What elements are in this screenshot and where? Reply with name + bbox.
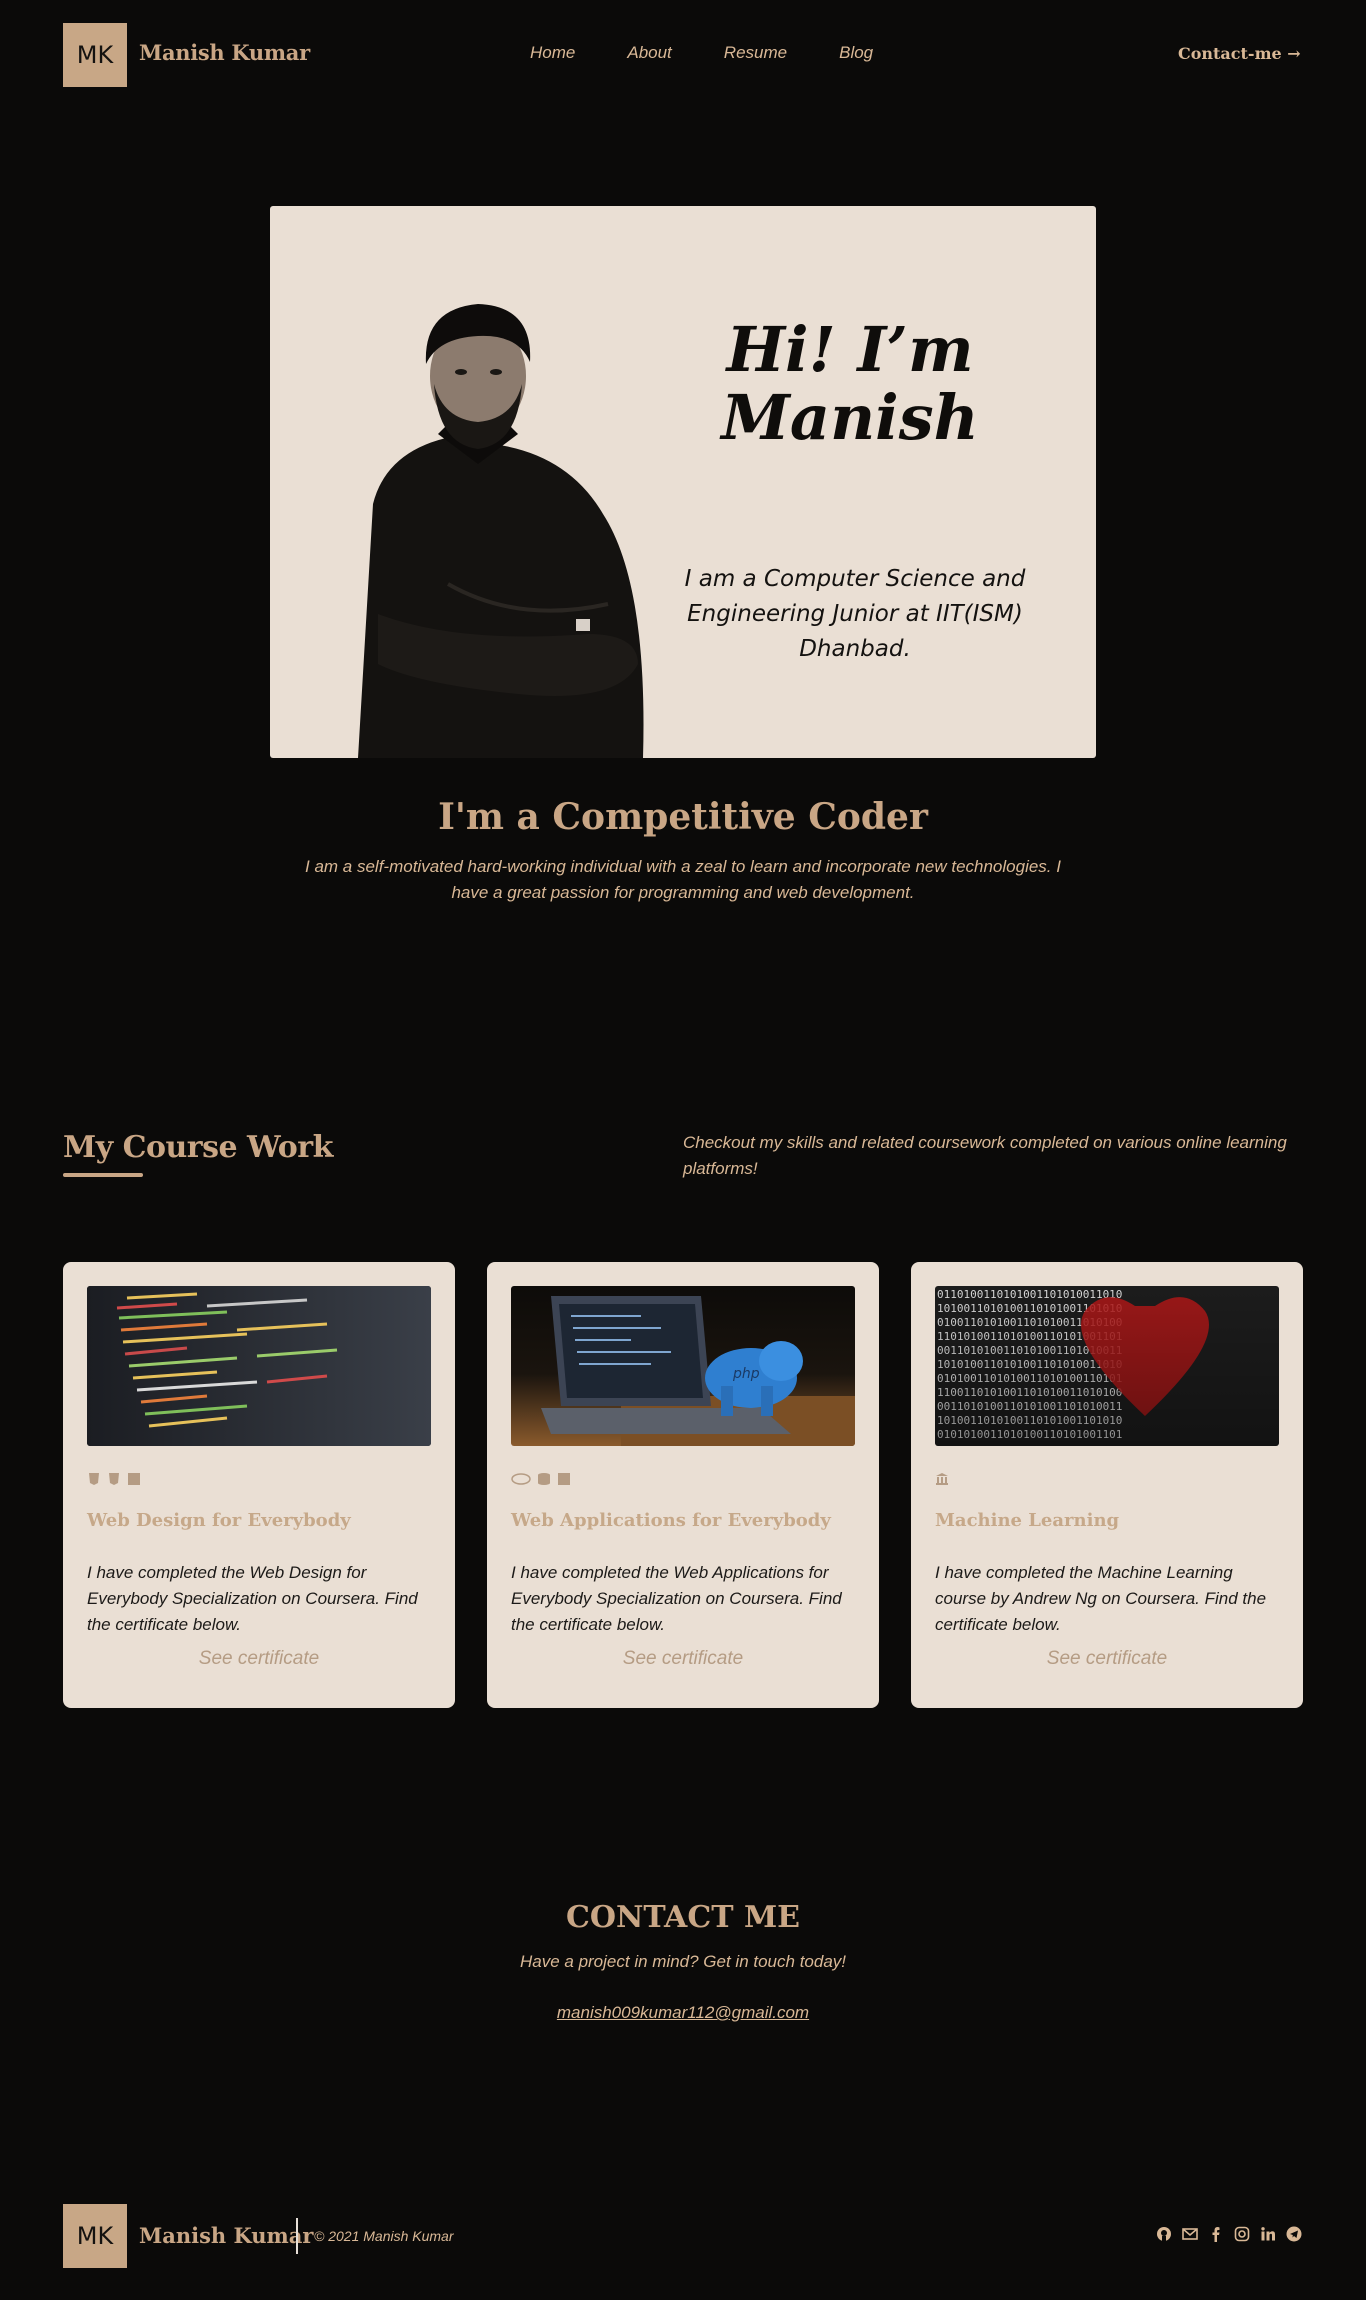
- see-certificate-link[interactable]: See certificate: [911, 1648, 1303, 1670]
- nav-resume[interactable]: Resume: [724, 43, 787, 63]
- database-icon: [537, 1472, 551, 1486]
- html5-icon: [87, 1472, 101, 1486]
- course-title: Web Design for Everybody: [87, 1510, 351, 1531]
- social-links: [1156, 2226, 1302, 2242]
- course-text: I have completed the Web Applications fo…: [511, 1563, 842, 1634]
- contact-subtitle: Have a project in mind? Get in touch tod…: [519, 1952, 846, 1971]
- tech-icons: [935, 1472, 949, 1486]
- title-underline: [63, 1173, 143, 1177]
- nav-about[interactable]: About: [627, 43, 671, 63]
- hero-subtitle: I am a Computer Science and Engineering …: [684, 566, 1026, 662]
- email-link[interactable]: manish009kumar112@gmail.com: [0, 2003, 1366, 2023]
- facebook-icon[interactable]: [1208, 2226, 1224, 2242]
- brand-name[interactable]: Manish Kumar: [139, 40, 310, 65]
- javascript-icon: [557, 1472, 571, 1486]
- see-certificate-link[interactable]: See certificate: [63, 1648, 455, 1670]
- footer-brand-name: Manish Kumar: [139, 2223, 314, 2248]
- top-navbar: MK Manish Kumar Home About Resume Blog C…: [0, 0, 1366, 110]
- instagram-icon[interactable]: [1234, 2226, 1250, 2242]
- course-title: Web Applications for Everybody: [511, 1510, 831, 1531]
- nav-blog[interactable]: Blog: [839, 43, 873, 63]
- course-card-web-apps: php Web Applications for Everybody I hav…: [487, 1262, 879, 1708]
- github-icon[interactable]: [1156, 2226, 1172, 2242]
- contact-title: CONTACT ME: [565, 1900, 801, 1935]
- coursework-description: Checkout my skills and related coursewor…: [683, 1133, 1287, 1178]
- tech-icons: [87, 1472, 141, 1486]
- course-title: Machine Learning: [935, 1510, 1120, 1531]
- course-card-web-design: Web Design for Everybody I have complete…: [63, 1262, 455, 1708]
- intro-text: I am a self-motivated hard-working indiv…: [305, 857, 1061, 902]
- css3-icon: [107, 1472, 121, 1486]
- portrait-image: [358, 304, 644, 758]
- logo[interactable]: MK: [63, 23, 127, 87]
- hero-banner: Hi! I’m Manish I am a Computer Science a…: [270, 206, 1096, 758]
- binary-heart-image: 0110100110101001101010011010 10100110101…: [935, 1286, 1279, 1446]
- contact-me-link[interactable]: Contact-me →: [1178, 44, 1301, 63]
- headline: I'm a Competitive Coder: [438, 796, 928, 838]
- svg-text:php: php: [732, 1366, 760, 1382]
- telegram-icon[interactable]: [1286, 2226, 1302, 2242]
- copyright-text: © 2021 Manish Kumar: [314, 2228, 454, 2244]
- see-certificate-link[interactable]: See certificate: [487, 1648, 879, 1670]
- university-icon: [935, 1472, 949, 1486]
- course-text: I have completed the Machine Learning co…: [935, 1563, 1267, 1634]
- nav-links: Home About Resume Blog: [530, 43, 925, 63]
- tech-icons: [511, 1472, 571, 1486]
- nav-home[interactable]: Home: [530, 43, 575, 63]
- code-screen-image: [87, 1286, 431, 1446]
- footer-divider: [296, 2218, 298, 2254]
- linkedin-icon[interactable]: [1260, 2226, 1276, 2242]
- php-laptop-image: php: [511, 1286, 855, 1446]
- footer-logo[interactable]: MK: [63, 2204, 127, 2268]
- coursework-title: My Course Work: [63, 1130, 333, 1165]
- javascript-icon: [127, 1472, 141, 1486]
- mail-icon[interactable]: [1182, 2226, 1198, 2242]
- course-text: I have completed the Web Design for Ever…: [87, 1563, 418, 1634]
- hero-greeting: Hi! I’m Manish: [721, 313, 979, 454]
- php-icon: [511, 1472, 531, 1486]
- course-card-machine-learning: 0110100110101001101010011010 10100110101…: [911, 1262, 1303, 1708]
